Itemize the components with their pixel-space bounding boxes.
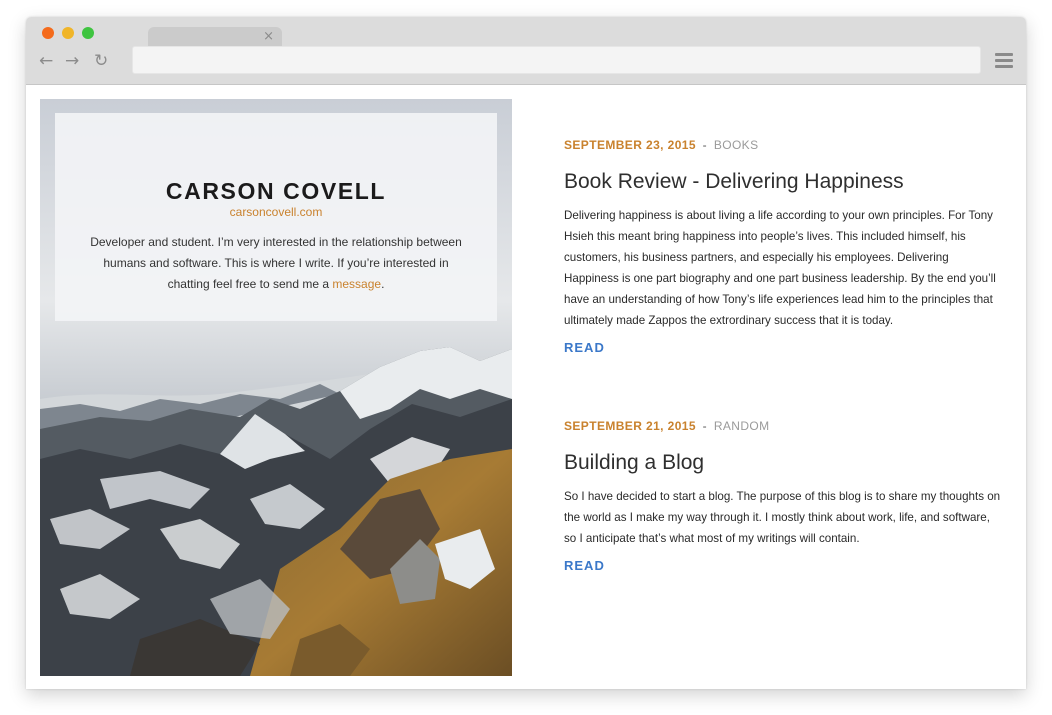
forward-arrow-icon[interactable]: → (65, 51, 79, 71)
bio-text: Developer and student. I’m very interest… (90, 235, 462, 291)
close-tab-icon[interactable]: × (263, 28, 274, 46)
read-more-link[interactable]: READ (564, 339, 605, 357)
bio-paragraph: Developer and student. I’m very interest… (85, 232, 467, 295)
mountain-hero-image: CARSON COVELL carsoncovell.com Developer… (40, 99, 512, 676)
site-name[interactable]: CARSON COVELL (55, 178, 497, 205)
post-entry: SEPTEMBER 21, 2015 - RANDOM Building a B… (564, 418, 1004, 575)
hamburger-menu-icon[interactable] (995, 53, 1013, 69)
meta-separator: - (702, 419, 708, 433)
close-window-button[interactable] (42, 27, 54, 39)
post-date: SEPTEMBER 23, 2015 (564, 138, 696, 152)
back-arrow-icon[interactable]: ← (39, 51, 53, 71)
post-meta: SEPTEMBER 23, 2015 - BOOKS (564, 137, 1004, 153)
zoom-window-button[interactable] (82, 27, 94, 39)
post-entry: SEPTEMBER 23, 2015 - BOOKS Book Review -… (564, 137, 1004, 357)
message-link[interactable]: message (332, 277, 381, 291)
browser-chrome: × ← → ↻ (26, 17, 1026, 85)
minimize-window-button[interactable] (62, 27, 74, 39)
post-title-link[interactable]: Building a Blog (564, 451, 1004, 475)
meta-separator: - (702, 138, 708, 152)
browser-window: × ← → ↻ CARSON COVELL carsoncovell.com D… (26, 17, 1026, 689)
post-title-link[interactable]: Book Review - Delivering Happiness (564, 170, 1004, 194)
post-category-link[interactable]: RANDOM (714, 419, 770, 433)
post-date: SEPTEMBER 21, 2015 (564, 419, 696, 433)
post-excerpt: Delivering happiness is about living a l… (564, 209, 996, 327)
read-more-link[interactable]: READ (564, 557, 605, 575)
intro-card: CARSON COVELL carsoncovell.com Developer… (55, 113, 497, 321)
site-url-link[interactable]: carsoncovell.com (55, 205, 497, 219)
reload-icon[interactable]: ↻ (94, 51, 108, 71)
browser-tab[interactable]: × (148, 27, 282, 47)
address-bar[interactable] (132, 46, 981, 74)
post-meta: SEPTEMBER 21, 2015 - RANDOM (564, 418, 1004, 434)
bio-end: . (381, 277, 385, 291)
post-excerpt: So I have decided to start a blog. The p… (564, 490, 1001, 545)
post-category-link[interactable]: BOOKS (714, 138, 759, 152)
